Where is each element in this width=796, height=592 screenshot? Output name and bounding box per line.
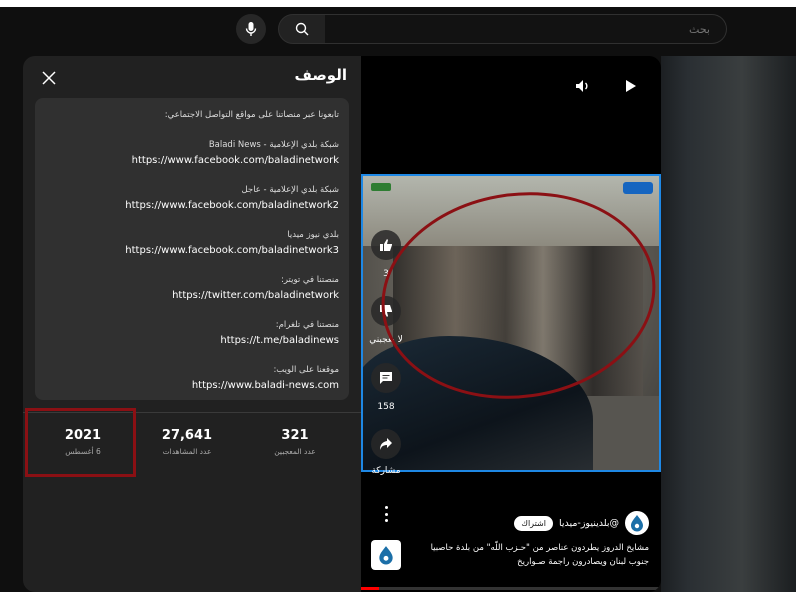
progress-fill — [361, 587, 379, 590]
volume-icon — [576, 80, 588, 92]
desc-item-label: شبكة بلدي الإعلامية - عاجل — [241, 185, 340, 195]
desc-item: شبكة بلدي الإعلامية - Baladi News https:… — [45, 138, 339, 168]
more-dot — [384, 512, 388, 516]
desc-item-label: منصتنا في تلغرام: — [275, 320, 339, 330]
stat-value: 321 — [281, 428, 309, 443]
stat-caption: عدد المعجبين — [274, 447, 316, 456]
desc-item: موقعنا على الويب: https://www.baladi-new… — [45, 363, 339, 393]
search-icon — [295, 22, 309, 36]
description-panel: الوصف تابعونا عبر منصاتنا على مواقع التو… — [23, 56, 361, 592]
desc-item: بلدي نيوز ميديا https://www.facebook.com… — [45, 228, 339, 258]
share-label: مشاركة — [371, 466, 401, 476]
more-dot — [384, 519, 388, 522]
video-progress-bar[interactable] — [361, 587, 661, 590]
desc-item-label: منصتنا في تويتر: — [280, 275, 339, 285]
more-options-button[interactable] — [381, 506, 391, 522]
channel-avatar[interactable] — [625, 511, 649, 535]
desc-link[interactable]: https://www.facebook.com/baladinetwork3 — [45, 243, 339, 258]
close-icon — [42, 71, 56, 85]
share-icon — [380, 438, 392, 450]
desc-link[interactable]: https://www.baladi-news.com — [45, 378, 339, 393]
more-dot — [384, 506, 388, 509]
search-field[interactable] — [325, 14, 727, 44]
search-input[interactable] — [325, 15, 726, 43]
frame-label — [371, 183, 391, 191]
volume-button[interactable] — [573, 76, 593, 96]
channel-logo-icon — [631, 515, 643, 532]
desc-item: منصتنا في تويتر: https://twitter.com/bal… — [45, 273, 339, 303]
comment-count: 158 — [377, 402, 395, 412]
desc-link[interactable]: https://www.facebook.com/baladinetwork2 — [45, 198, 339, 213]
subscribe-button[interactable]: اشتراك — [514, 515, 553, 531]
desc-intro-text: تابعونا عبر منصاتنا على مواقع التواصل ال… — [164, 110, 339, 120]
thumbs-up-icon — [380, 239, 392, 251]
desc-intro: تابعونا عبر منصاتنا على مواقع التواصل ال… — [45, 108, 339, 123]
desc-item-label: بلدي نيوز ميديا — [287, 230, 339, 240]
desc-link[interactable]: https://twitter.com/baladinetwork — [45, 288, 339, 303]
comment-icon — [380, 372, 392, 384]
stat-caption: عدد المشاهدات — [162, 447, 212, 456]
channel-watermark — [623, 182, 653, 194]
play-icon — [626, 80, 636, 92]
channel-row: @بلدينيوز-ميديا اشتراك — [514, 511, 649, 535]
next-video-preview[interactable] — [661, 56, 796, 592]
search-button[interactable] — [278, 14, 326, 44]
description-text: تابعونا عبر منصاتنا على مواقع التواصل ال… — [35, 98, 349, 400]
desc-link[interactable]: https://www.facebook.com/baladinetwork — [45, 153, 339, 168]
stat-views: 27,641 عدد المشاهدات — [139, 428, 235, 456]
channel-logo-icon — [379, 546, 393, 565]
video-title-line: جنوب لبنان ويصادرون راجمة صـواريخ — [517, 557, 649, 567]
highlight-annotation — [25, 408, 136, 477]
microphone-icon — [245, 22, 257, 36]
desc-item: منصتنا في تلغرام: https://t.me/baladinew… — [45, 318, 339, 348]
voice-search-button[interactable] — [236, 14, 266, 44]
desc-item-label: شبكة بلدي الإعلامية - Baladi News — [208, 140, 339, 150]
channel-name[interactable]: @بلدينيوز-ميديا — [559, 518, 619, 529]
desc-link[interactable]: https://t.me/baladinews — [45, 333, 339, 348]
stat-likes: 321 عدد المعجبين — [247, 428, 343, 456]
desc-item: شبكة بلدي الإعلامية - عاجل https://www.f… — [45, 183, 339, 213]
stat-value: 27,641 — [161, 428, 213, 443]
close-button[interactable] — [39, 68, 59, 88]
video-title-line: مشايخ الدروز يطردون عناصر من "حـزب اللّه… — [430, 543, 649, 553]
play-button[interactable] — [621, 76, 641, 96]
top-strip — [0, 0, 796, 7]
share-button[interactable] — [371, 429, 401, 459]
channel-thumbnail[interactable] — [371, 540, 401, 570]
video-title[interactable]: مشايخ الدروز يطردون عناصر من "حـزب اللّه… — [389, 541, 649, 569]
comments-button[interactable] — [371, 363, 401, 393]
panel-title: الوصف — [294, 66, 347, 84]
desc-item-label: موقعنا على الويب: — [273, 365, 339, 375]
